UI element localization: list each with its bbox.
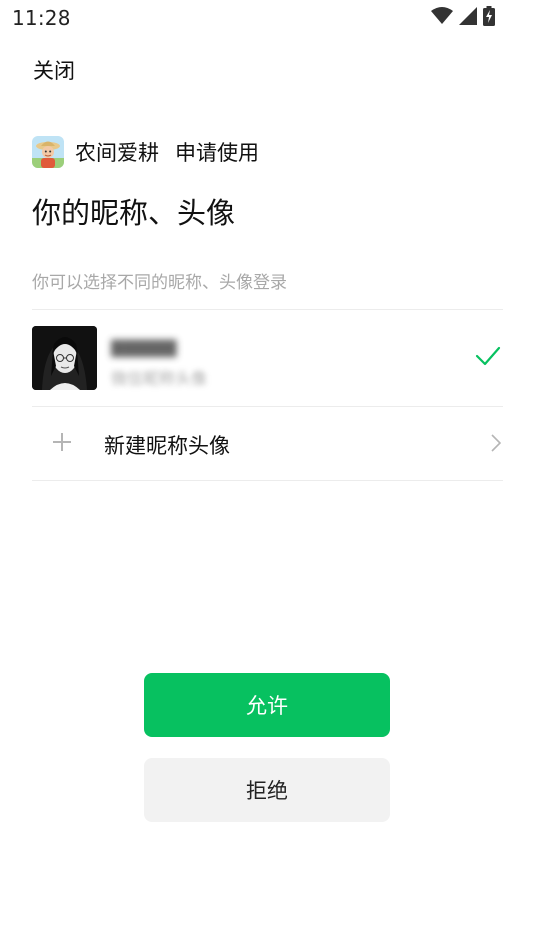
app-request-row: 农间爱耕 申请使用: [32, 135, 259, 168]
app-icon: [32, 135, 64, 168]
profile-option-wechat[interactable]: ▇▇▇▇▇ 微信昵称头像: [32, 310, 503, 406]
cellular-signal-icon: [459, 7, 477, 25]
new-nickname-avatar-label: 新建昵称头像: [104, 434, 230, 458]
new-nickname-avatar-option[interactable]: 新建昵称头像: [32, 407, 503, 480]
chevron-right-icon: [491, 434, 502, 456]
status-time: 11:28: [12, 6, 71, 30]
close-button[interactable]: 关闭: [33, 55, 75, 85]
allow-button[interactable]: 允许: [144, 673, 390, 737]
battery-charging-icon: [483, 6, 495, 26]
deny-button[interactable]: 拒绝: [144, 758, 390, 822]
hint-text: 你可以选择不同的昵称、头像登录: [32, 273, 287, 293]
plus-icon: [52, 432, 72, 456]
avatar: [32, 326, 97, 390]
page-title: 你的昵称、头像: [32, 196, 236, 230]
request-action-text: 申请使用: [175, 140, 259, 165]
profile-nickname: ▇▇▇▇▇: [111, 338, 177, 358]
wifi-icon: [431, 7, 453, 25]
profile-subtitle: 微信昵称头像: [111, 369, 208, 388]
status-bar: 11:28: [0, 0, 535, 36]
app-name: 农间爱耕: [75, 140, 159, 165]
divider: [32, 480, 503, 481]
checkmark-icon: [475, 346, 501, 370]
status-icons: [431, 6, 495, 26]
